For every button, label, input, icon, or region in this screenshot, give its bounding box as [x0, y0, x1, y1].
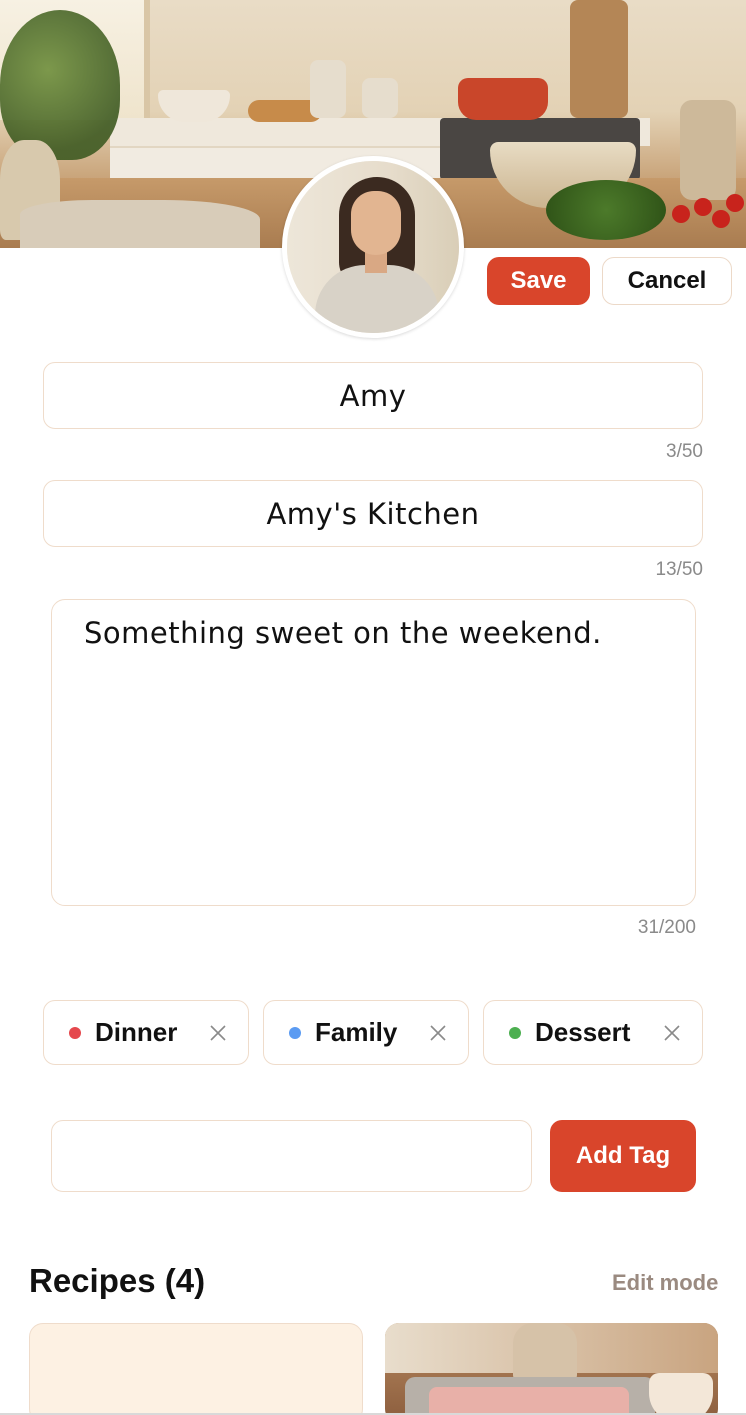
tag-color-dot — [69, 1026, 81, 1039]
bio-textarea-value: Something sweet on the weekend. — [84, 616, 602, 650]
name-input-value: Amy — [339, 378, 407, 413]
remove-tag-icon[interactable] — [418, 1013, 458, 1053]
kitchen-name-char-count: 13/50 — [655, 559, 703, 580]
save-button[interactable]: Save — [487, 257, 590, 305]
name-input[interactable]: Amy — [43, 362, 703, 429]
profile-avatar[interactable] — [282, 156, 464, 338]
tag-chip-family: Family — [263, 1000, 469, 1065]
recipes-heading: Recipes (4) — [29, 1262, 206, 1299]
edit-mode-link[interactable]: Edit mode — [612, 1270, 718, 1296]
recipe-card[interactable] — [29, 1323, 363, 1415]
tag-label: Dessert — [535, 1017, 631, 1047]
kitchen-name-input-value: Amy's Kitchen — [266, 496, 480, 531]
name-char-count: 3/50 — [666, 441, 703, 462]
kitchen-name-input[interactable]: Amy's Kitchen — [43, 480, 703, 547]
tag-label: Family — [315, 1017, 398, 1047]
remove-tag-icon[interactable] — [198, 1013, 238, 1053]
cancel-button[interactable]: Cancel — [602, 257, 732, 305]
new-tag-input[interactable] — [51, 1120, 532, 1192]
add-tag-button[interactable]: Add Tag — [550, 1120, 696, 1192]
recipe-card[interactable] — [385, 1323, 718, 1415]
tag-chip-dinner: Dinner — [43, 1000, 249, 1065]
tag-chip-dessert: Dessert — [483, 1000, 703, 1065]
bio-char-count: 31/200 — [637, 917, 696, 938]
tag-color-dot — [509, 1026, 521, 1039]
tag-label: Dinner — [95, 1017, 178, 1047]
bio-textarea[interactable]: Something sweet on the weekend. — [51, 599, 696, 906]
remove-tag-icon[interactable] — [652, 1013, 692, 1053]
tag-color-dot — [289, 1026, 301, 1039]
